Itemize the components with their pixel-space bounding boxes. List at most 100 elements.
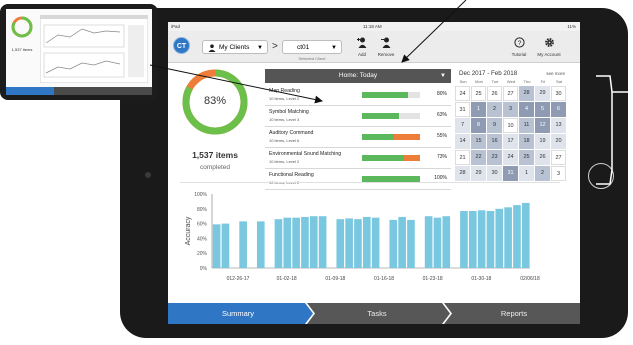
weekday-label: Wed	[506, 79, 516, 84]
task-percent: 80%	[436, 91, 447, 97]
calendar-day[interactable]: 27	[551, 150, 566, 165]
calendar-day[interactable]: 16	[487, 134, 502, 149]
task-bar-green	[362, 92, 409, 98]
calendar-day[interactable]: 20	[551, 134, 566, 149]
calendar-day[interactable]: 21	[455, 150, 470, 165]
calendar-day[interactable]: 30	[487, 166, 502, 181]
chart-bar	[212, 224, 221, 268]
svg-text:?: ?	[517, 40, 521, 47]
calendar-day[interactable]: 2	[535, 166, 550, 181]
calendar-day[interactable]: 30	[551, 86, 566, 101]
calendar-day[interactable]: 24	[503, 150, 518, 165]
calendar-day[interactable]: 3	[503, 102, 518, 117]
tab-reports[interactable]: Reports	[448, 303, 580, 324]
calendar-day[interactable]: 23	[487, 150, 502, 165]
chart-bar	[460, 211, 468, 268]
calendar-day[interactable]: 1	[519, 166, 534, 181]
toolbar: CT My Clients ▼ > ct01 ▼ Selected Client…	[168, 31, 580, 63]
calendar-day[interactable]: 29	[471, 166, 486, 181]
calendar-day[interactable]: 5	[535, 102, 550, 117]
calendar-day[interactable]: 25	[471, 86, 486, 101]
calendar-day[interactable]: 13	[551, 118, 566, 133]
calendar-day[interactable]: 25	[519, 150, 534, 165]
x-tick-label: 02/06/18	[520, 276, 540, 282]
calendar-header: Dec 2017 - Feb 2018 see more	[455, 69, 567, 79]
task-percent: 63%	[436, 112, 447, 118]
accuracy-chart: 0% 20% 40% 60% 80% 100% Accuracy 012-26-17 01-02…	[185, 192, 540, 282]
chart-bar	[256, 221, 265, 268]
calendar-day[interactable]: 26	[535, 150, 550, 165]
weekday-label: Sun	[459, 79, 467, 84]
remove-label: Remove	[377, 52, 395, 57]
task-row[interactable]: Environmental Sound Matching 10 items, L…	[265, 148, 451, 169]
calendar-day[interactable]: 24	[455, 86, 470, 101]
add-label: Add	[357, 52, 366, 57]
task-name: Auditory Command	[269, 130, 314, 136]
tutorial-button[interactable]: ? Tutorial	[508, 37, 530, 57]
calendar-day[interactable]: 8	[471, 118, 486, 133]
chart-bar	[301, 216, 309, 268]
person-icon	[208, 44, 216, 58]
calendar-day[interactable]: 22	[471, 150, 486, 165]
task-name: Map Reading	[269, 88, 300, 94]
see-more-link[interactable]: see more	[546, 71, 565, 76]
calendar-day[interactable]: 17	[503, 134, 518, 149]
home-button[interactable]	[588, 163, 614, 189]
task-percent: 100%	[434, 175, 447, 181]
calendar-day[interactable]: 15	[471, 134, 486, 149]
remove-client-button[interactable]: Remove	[374, 37, 398, 57]
calendar-day[interactable]: 31	[503, 166, 518, 181]
my-account-button[interactable]: My Account	[534, 37, 564, 57]
task-sub: 10 items, Level 3	[269, 117, 300, 122]
chart-bar	[486, 211, 495, 268]
clock: 11:18 AM	[363, 24, 382, 29]
calendar-day[interactable]: 11	[519, 118, 534, 133]
my-account-label: My Account	[537, 52, 561, 57]
calendar-day[interactable]: 27	[503, 86, 518, 101]
calendar-day[interactable]: 19	[535, 134, 550, 149]
calendar-day[interactable]: 12	[535, 118, 550, 133]
client-select[interactable]: ct01 ▼	[282, 40, 342, 54]
calendar-day[interactable]: 28	[519, 86, 534, 101]
weekday-label: Tue	[491, 79, 499, 84]
calendar-day[interactable]: 3	[551, 166, 566, 181]
selected-client-label: Selected Client	[298, 56, 326, 61]
x-tick-label: 012-26-17	[227, 276, 250, 282]
task-bar-green	[362, 134, 394, 140]
tab-summary[interactable]: Summary	[168, 303, 308, 324]
remove-user-icon	[374, 37, 398, 52]
chart-bar	[424, 216, 433, 268]
calendar-day[interactable]: 9	[487, 118, 502, 133]
my-clients-dropdown[interactable]: My Clients ▼	[202, 40, 268, 54]
calendar-day[interactable]: 1	[471, 102, 486, 117]
calendar-day[interactable]: 6	[551, 102, 566, 117]
tab-tasks[interactable]: Tasks	[310, 303, 444, 324]
status-bar: iPad 11:18 AM 11%	[168, 22, 580, 31]
task-row[interactable]: Functional Reading 10 items, Level 2 100…	[265, 169, 451, 190]
inset-active-tab	[6, 87, 54, 95]
app-logo[interactable]: CT	[173, 37, 190, 54]
chart-bar	[521, 202, 530, 268]
calendar-day[interactable]: 2	[487, 102, 502, 117]
calendar-day[interactable]: 4	[519, 102, 534, 117]
task-list: Map Reading 10 items, Level 2 80% Symbol…	[265, 85, 451, 190]
calendar-day[interactable]: 28	[455, 166, 470, 181]
add-client-button[interactable]: Add	[352, 37, 372, 57]
calendar-day[interactable]: 31	[455, 102, 470, 117]
calendar-day[interactable]: 14	[455, 134, 470, 149]
task-row[interactable]: Symbol Matching 10 items, Level 3 63%	[265, 106, 451, 127]
inset-screenshot: 1,537 items	[6, 9, 152, 95]
calendar-day[interactable]: 10	[503, 118, 518, 133]
task-row[interactable]: Auditory Command 10 items, Level 6 55%	[265, 127, 451, 148]
task-name: Environmental Sound Matching	[269, 151, 342, 157]
calendar-day[interactable]: 7	[455, 118, 470, 133]
task-row[interactable]: Map Reading 10 items, Level 2 80%	[265, 85, 451, 106]
client-value: ct01	[297, 44, 310, 51]
calendar-day[interactable]: 29	[535, 86, 550, 101]
calendar-day[interactable]: 26	[487, 86, 502, 101]
x-tick-label: 01-23-18	[423, 276, 443, 282]
y-tick-label: 60%	[197, 222, 208, 228]
home-today-dropdown[interactable]: Home: Today ▼	[265, 69, 451, 83]
calendar-day[interactable]: 18	[519, 134, 534, 149]
help-icon: ?	[508, 37, 530, 52]
